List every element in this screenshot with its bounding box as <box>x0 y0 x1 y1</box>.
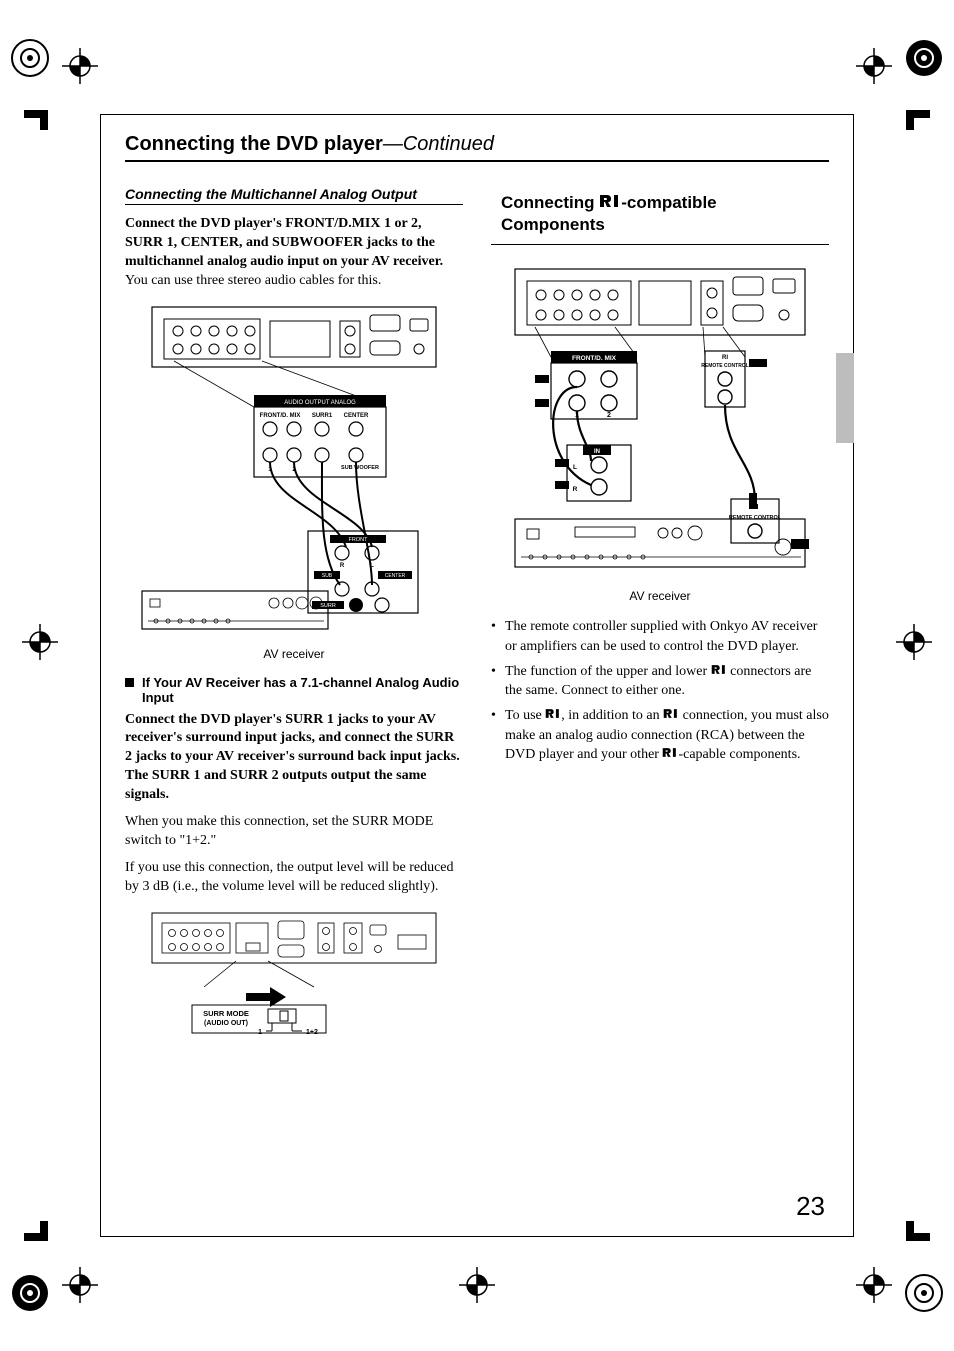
crop-mark-icon <box>896 1219 932 1255</box>
label-surr: SURR <box>320 603 336 609</box>
crop-mark-icon <box>896 96 932 132</box>
crosshair-icon <box>856 48 892 84</box>
paragraph-tail: You can use three stereo audio cables fo… <box>125 273 381 288</box>
ri-logo-icon <box>599 194 621 208</box>
label-center: CENTER <box>344 413 369 419</box>
label-l: L <box>573 464 577 471</box>
section-title-main: Connecting the DVD player <box>125 133 383 155</box>
boxed-heading-pre: Connecting <box>501 193 599 212</box>
label-sub: SUB <box>322 573 333 579</box>
right-column: Connecting -compatible Components <box>491 186 829 1043</box>
crosshair-icon <box>856 1267 892 1303</box>
section-title: Connecting the DVD player—Continued <box>125 133 829 162</box>
crop-mark-icon <box>22 1219 58 1255</box>
label-audio-out: (AUDIO OUT) <box>204 1020 248 1027</box>
list-item-text-pre: To use <box>505 708 545 723</box>
square-bullet-heading: If Your AV Receiver has a 7.1-channel An… <box>125 675 463 705</box>
list-item-text: The remote controller supplied with Onky… <box>505 619 817 653</box>
label-front-dmix: FRONT/D. MIX <box>260 413 301 419</box>
svg-text:RI: RI <box>722 355 728 361</box>
label-r: R <box>573 486 578 493</box>
paragraph: If you use this connection, the output l… <box>125 859 463 897</box>
boxed-section-heading: Connecting -compatible Components <box>491 186 829 245</box>
label-switch-one: 1 <box>258 1029 262 1036</box>
arrow-right-icon <box>246 987 286 1007</box>
label-remote-control: REMOTE CONTROL <box>701 363 749 369</box>
list-item: To use , in addition to an connection, y… <box>491 706 829 764</box>
crosshair-icon <box>62 48 98 84</box>
ri-logo-icon <box>545 708 561 719</box>
crosshair-icon <box>62 1267 98 1303</box>
label-l: L <box>370 563 374 569</box>
content-frame: Connecting the DVD player—Continued Conn… <box>100 114 854 1237</box>
two-column-layout: Connecting the Multichannel Analog Outpu… <box>125 186 829 1043</box>
label-in: IN <box>594 449 600 455</box>
crosshair-icon <box>896 624 932 660</box>
label-front: FRONT <box>349 537 369 543</box>
registration-circle-icon <box>902 36 946 80</box>
label-front-dmix: FRONT/D. MIX <box>572 355 617 362</box>
label-audio-output-analog: AUDIO OUTPUT ANALOG <box>284 400 356 406</box>
ri-logo-icon <box>711 664 727 675</box>
svg-text:RI: RI <box>752 504 759 511</box>
list-item-text-mid1: , in addition to an <box>561 708 663 723</box>
list-item-text-post: -capable components. <box>678 747 800 762</box>
page: Connecting the DVD player—Continued Conn… <box>0 0 954 1351</box>
figure-caption: AV receiver <box>125 647 463 661</box>
paragraph: When you make this connection, set the S… <box>125 813 463 851</box>
registration-circle-icon <box>8 36 52 80</box>
label-sub-woofer: SUB WOOFER <box>341 465 379 471</box>
label-switch-one-plus-two: 1+2 <box>306 1029 318 1036</box>
square-bullet-icon <box>125 678 134 687</box>
side-index-tab <box>836 353 854 443</box>
ri-logo-icon <box>663 708 679 719</box>
registration-circle-icon <box>902 1271 946 1315</box>
label-surr-mode: SURR MODE <box>203 1009 249 1018</box>
left-column: Connecting the Multichannel Analog Outpu… <box>125 186 463 1043</box>
subsection-heading: Connecting the Multichannel Analog Outpu… <box>125 186 463 205</box>
list-item-text-pre: The function of the upper and lower <box>505 664 711 679</box>
bullet-list: The remote controller supplied with Onky… <box>491 617 829 764</box>
label-r: R <box>340 563 345 569</box>
surr-mode-switch-diagram: SURR MODE (AUDIO OUT) 1 1+2 <box>134 907 454 1037</box>
multichannel-connection-diagram: AUDIO OUTPUT ANALOG FRONT/D. MIX SURR1 C… <box>134 301 454 641</box>
label-surr1: SURR1 <box>312 413 333 419</box>
paragraph-bold: Connect the DVD player's SURR 1 jacks to… <box>125 712 460 803</box>
section-title-continued: —Continued <box>383 133 494 155</box>
paragraph: Connect the DVD player's SURR 1 jacks to… <box>125 711 463 805</box>
paragraph: Connect the DVD player's FRONT/D.MIX 1 o… <box>125 215 463 291</box>
figure-caption: AV receiver <box>491 589 829 603</box>
registration-circle-icon <box>8 1271 52 1315</box>
crop-mark-icon <box>22 96 58 132</box>
list-item: The function of the upper and lower conn… <box>491 662 829 701</box>
label-center2: CENTER <box>385 573 406 579</box>
crosshair-icon <box>459 1267 495 1303</box>
paragraph-bold: Connect the DVD player's FRONT/D.MIX 1 o… <box>125 216 443 269</box>
ri-logo-icon <box>662 747 678 758</box>
label-remote-control: REMOTE CONTROL <box>729 515 782 521</box>
crosshair-icon <box>22 624 58 660</box>
label-two: 2 <box>607 412 611 419</box>
list-item: The remote controller supplied with Onky… <box>491 617 829 656</box>
square-bullet-heading-text: If Your AV Receiver has a 7.1-channel An… <box>142 675 463 705</box>
subsection-heading-text: Connecting the Multichannel Analog Outpu… <box>125 186 463 202</box>
ri-connection-diagram: FRONT/D. MIX 1 2 RI REMOTE CONTROL <box>505 263 815 583</box>
page-number: 23 <box>796 1191 825 1222</box>
